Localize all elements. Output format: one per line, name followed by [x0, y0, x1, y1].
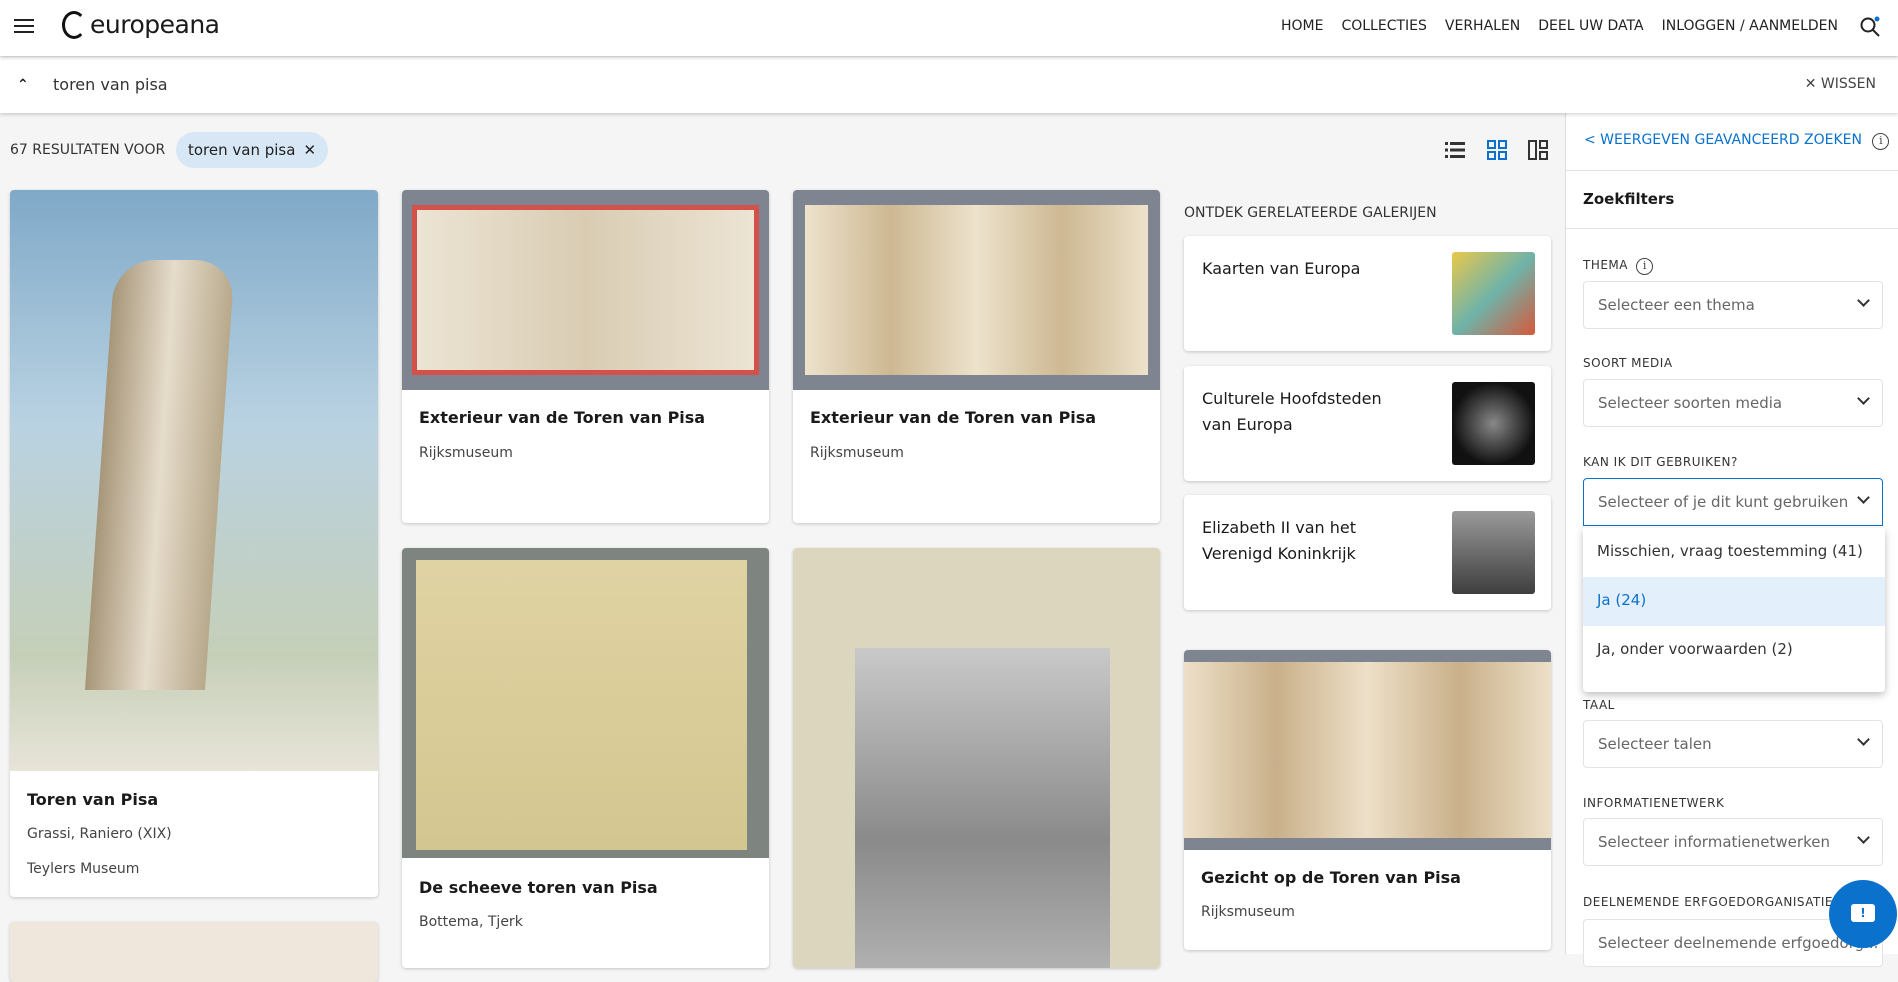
galleries-heading: ONTDEK GERELATEERDE GALERIJEN [1184, 205, 1437, 221]
card-provider: Rijksmuseum [810, 445, 904, 461]
result-card[interactable]: Toren van Pisa Grassi, Raniero (XIX) Tey… [10, 190, 378, 897]
mosaic-view-icon[interactable] [1526, 138, 1550, 162]
gallery-thumbnail [1452, 382, 1535, 465]
option-misschien[interactable]: Misschien, vraag toestemming (41) [1583, 528, 1885, 577]
search-icon[interactable] [1858, 15, 1882, 39]
rights-select[interactable]: Selecteer of je dit kunt gebruiken [1583, 478, 1883, 526]
netwerk-select[interactable]: Selecteer informatienetwerken [1583, 818, 1883, 866]
rights-dropdown: Misschien, vraag toestemming (41) Ja (24… [1583, 528, 1885, 692]
nav-collecties[interactable]: COLLECTIES [1341, 18, 1426, 34]
search-bar: ⌃ toren van pisa ✕ WISSEN [0, 57, 1898, 113]
menu-icon[interactable] [14, 19, 34, 35]
card-title: Gezicht op de Toren van Pisa [1201, 868, 1461, 887]
chevron-down-icon [1857, 294, 1870, 307]
logo-mark-icon [62, 10, 86, 39]
divider [1566, 228, 1898, 229]
gallery-title: Kaarten van Europa [1202, 259, 1361, 278]
advanced-label: < WEERGEVEN GEAVANCEERD ZOEKEN [1584, 132, 1862, 148]
chip-label: toren van pisa [188, 141, 296, 159]
grid-view-icon[interactable] [1485, 138, 1509, 162]
results-count: 67 RESULTATEN VOOR [10, 142, 166, 158]
filter-label-organisatie: DEELNEMENDE ERFGOEDORGANISATIE [1583, 895, 1833, 909]
info-icon[interactable]: i [1636, 258, 1654, 275]
card-title: Toren van Pisa [27, 790, 159, 809]
result-card[interactable] [10, 922, 378, 982]
clear-search-button[interactable]: ✕ WISSEN [1805, 76, 1876, 92]
filter-label-thema: THEMA i [1583, 258, 1654, 275]
option-ja[interactable]: Ja (24) [1583, 577, 1885, 626]
media-select[interactable]: Selecteer soorten media [1583, 379, 1883, 427]
gallery-card[interactable]: Elizabeth II van het Verenigd Koninkrijk [1184, 495, 1551, 610]
result-image [1184, 650, 1551, 850]
top-header: europeana HOME COLLECTIES VERHALEN DEEL … [0, 0, 1898, 56]
list-view-icon[interactable] [1443, 138, 1467, 162]
card-provider: Rijksmuseum [419, 445, 513, 461]
result-image [793, 548, 1160, 968]
card-creator: Bottema, Tjerk [419, 914, 523, 930]
main-nav: HOME COLLECTIES VERHALEN DEEL UW DATA IN… [1281, 18, 1838, 34]
nav-verhalen[interactable]: VERHALEN [1445, 18, 1520, 34]
result-image [10, 190, 378, 771]
nav-login[interactable]: INLOGGEN / AANMELDEN [1662, 18, 1838, 34]
gallery-card[interactable]: Kaarten van Europa [1184, 236, 1551, 351]
info-icon[interactable]: i [1872, 133, 1890, 150]
feedback-chat-button[interactable]: ! [1829, 880, 1897, 948]
gallery-thumbnail [1452, 511, 1535, 594]
filter-label-taal: TAAL [1583, 698, 1615, 712]
chevron-down-icon [1857, 491, 1870, 504]
card-title: De scheeve toren van Pisa [419, 878, 658, 897]
chevron-down-icon [1857, 392, 1870, 405]
chat-icon: ! [1851, 904, 1875, 922]
result-card[interactable] [793, 548, 1160, 968]
filter-label-rights: KAN IK DIT GEBRUIKEN? [1583, 455, 1738, 469]
gallery-thumbnail [1452, 252, 1535, 335]
result-card[interactable]: Exterieur van de Toren van Pisa Rijksmus… [402, 190, 769, 523]
query-chip[interactable]: toren van pisa ✕ [176, 132, 329, 168]
result-card[interactable]: Gezicht op de Toren van Pisa Rijksmuseum [1184, 650, 1551, 950]
taal-select[interactable]: Selecteer talen [1583, 720, 1883, 768]
nav-home[interactable]: HOME [1281, 18, 1323, 34]
gallery-title: Culturele Hoofdsteden van Europa [1202, 389, 1382, 434]
search-input[interactable]: toren van pisa [53, 75, 168, 94]
clear-label: WISSEN [1820, 76, 1876, 92]
result-image [402, 190, 769, 390]
card-provider: Teylers Museum [27, 861, 140, 877]
chevron-down-icon [1857, 733, 1870, 746]
europeana-logo[interactable]: europeana [62, 10, 220, 39]
filter-label-media: SOORT MEDIA [1583, 356, 1673, 370]
close-icon[interactable]: ✕ [303, 141, 316, 159]
card-title: Exterieur van de Toren van Pisa [419, 408, 706, 427]
filters-title: Zoekfilters [1583, 190, 1675, 208]
divider [1566, 170, 1898, 171]
result-image [402, 548, 769, 858]
advanced-search-toggle[interactable]: < WEERGEVEN GEAVANCEERD ZOEKEN i [1584, 132, 1890, 150]
gallery-title: Elizabeth II van het Verenigd Koninkrijk [1202, 518, 1356, 563]
thema-select[interactable]: Selecteer een thema [1583, 281, 1883, 329]
gallery-card[interactable]: Culturele Hoofdsteden van Europa [1184, 366, 1551, 481]
nav-deel-uw-data[interactable]: DEEL UW DATA [1538, 18, 1643, 34]
result-image [793, 190, 1160, 390]
card-creator: Grassi, Raniero (XIX) [27, 826, 172, 842]
filter-panel: < WEERGEVEN GEAVANCEERD ZOEKEN i Zoekfil… [1565, 113, 1898, 967]
result-card[interactable]: De scheeve toren van Pisa Bottema, Tjerk [402, 548, 769, 968]
option-ja-voorwaarden[interactable]: Ja, onder voorwaarden (2) [1583, 626, 1885, 675]
filter-label-netwerk: INFORMATIENETWERK [1583, 796, 1725, 810]
result-card[interactable]: Exterieur van de Toren van Pisa Rijksmus… [793, 190, 1160, 523]
card-title: Exterieur van de Toren van Pisa [810, 408, 1097, 427]
chevron-down-icon [1857, 831, 1870, 844]
chevron-up-icon[interactable]: ⌃ [17, 77, 29, 93]
logo-text: europeana [90, 10, 220, 39]
card-provider: Rijksmuseum [1201, 904, 1295, 920]
